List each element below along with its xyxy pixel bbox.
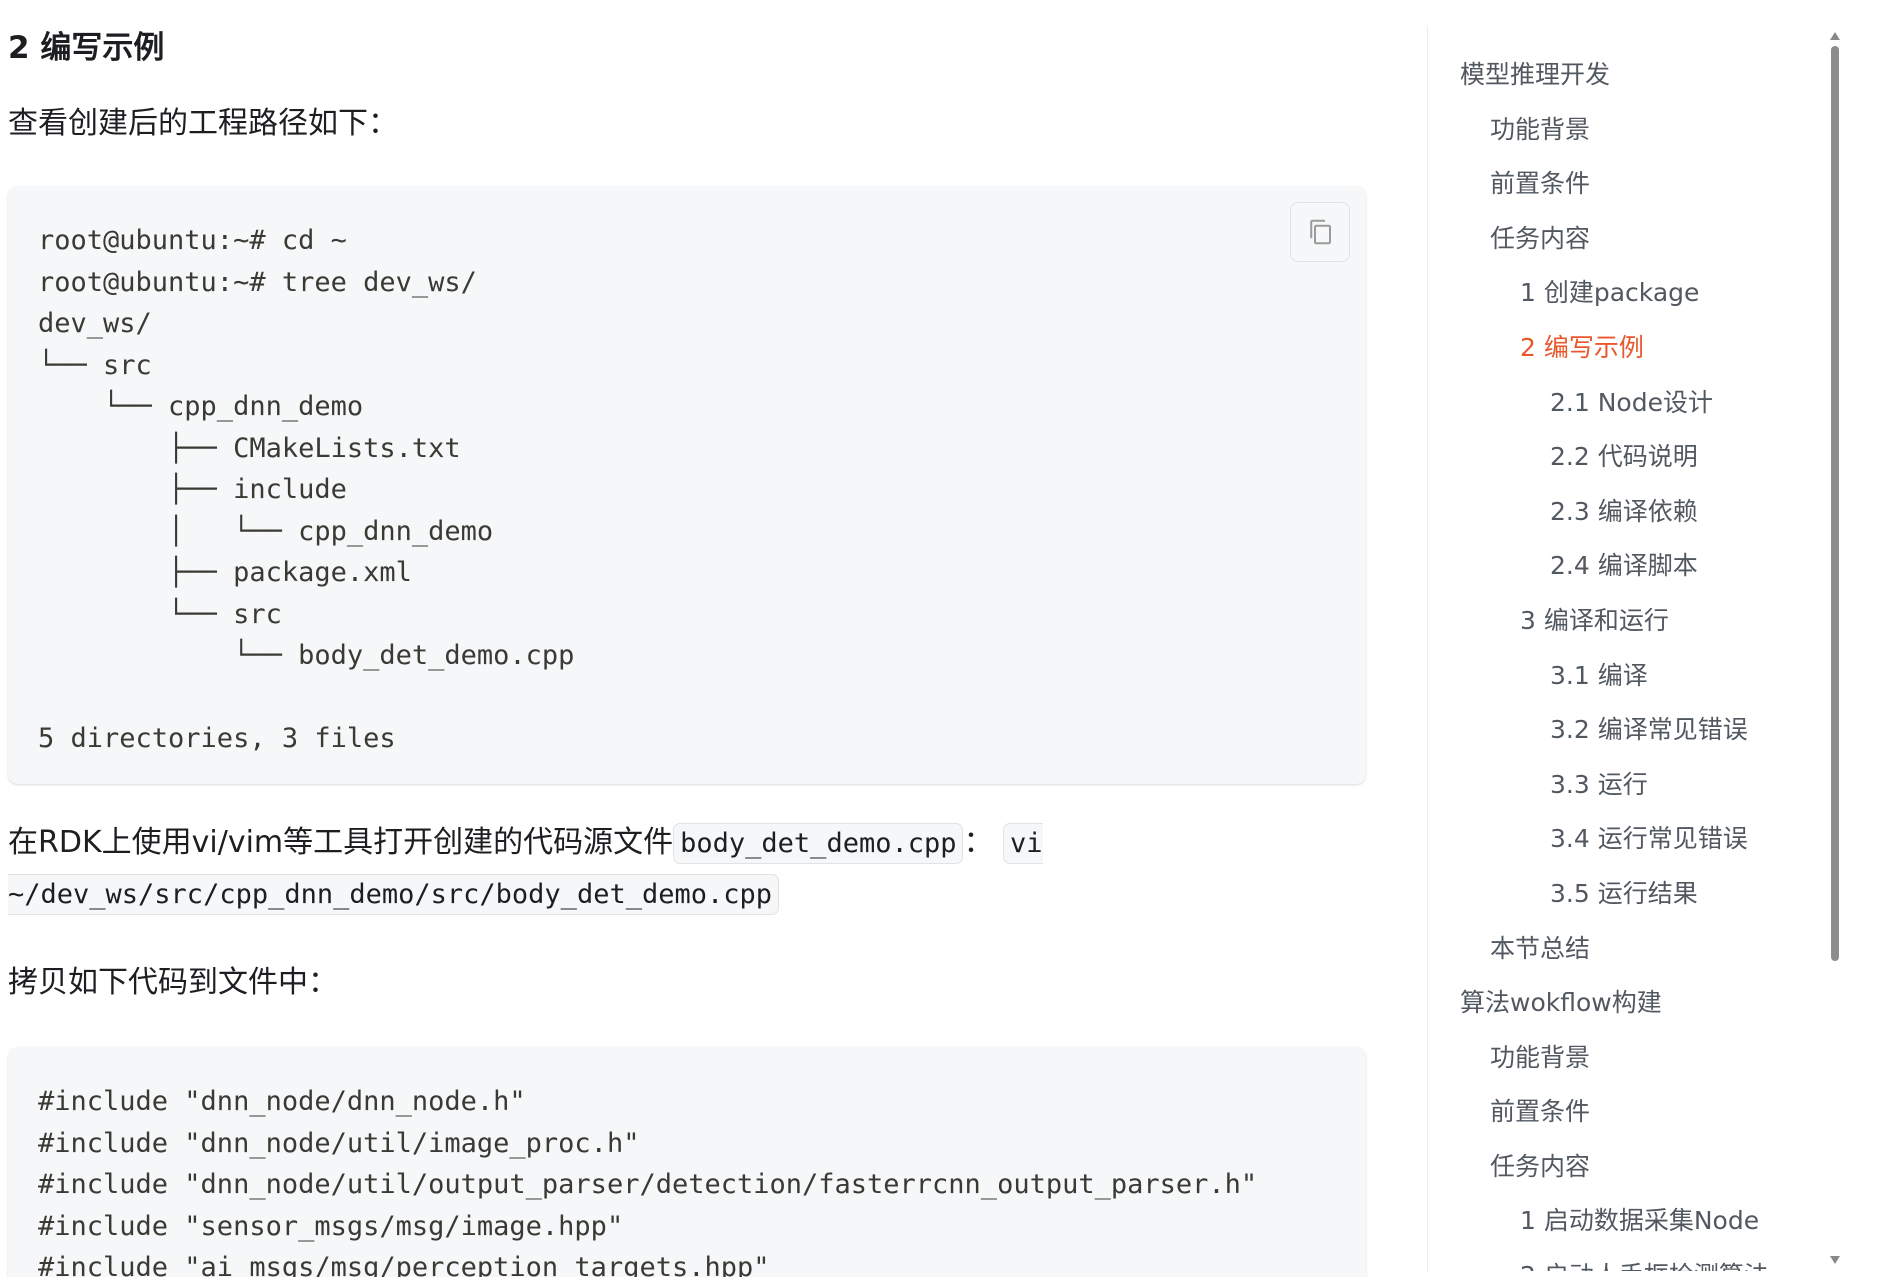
main-content: 2 编写示例 查看创建后的工程路径如下： root@ubuntu:~# cd ~…: [0, 0, 1380, 1277]
toc-item[interactable]: 2.4 编译脚本: [1428, 539, 1838, 594]
source-code-block: #include "dnn_node/dnn_node.h" #include …: [8, 1047, 1366, 1277]
open-file-prefix: 在RDK上使用vi/vim等工具打开创建的代码源文件: [8, 825, 674, 860]
toc-item[interactable]: 任务内容: [1428, 212, 1838, 267]
toc-item[interactable]: 3.5 运行结果: [1428, 867, 1838, 922]
toc-item[interactable]: 3 编译和运行: [1428, 594, 1838, 649]
table-of-contents: 模型推理开发 功能背景 前置条件 任务内容 1 创建package 2 编写示例 2.1 N…: [1427, 26, 1838, 1271]
toc-item[interactable]: 算法wokflow构建: [1428, 976, 1838, 1031]
open-file-text: 在RDK上使用vi/vim等工具打开创建的代码源文件 body_det_demo.…: [8, 818, 1208, 920]
tree-code: root@ubuntu:~# cd ~ root@ubuntu:~# tree …: [38, 225, 575, 754]
toc-item[interactable]: 1 创建package: [1428, 266, 1838, 321]
toc-item[interactable]: 本节总结: [1428, 922, 1838, 977]
toc-item[interactable]: 3.1 编译: [1428, 649, 1838, 704]
toc-item[interactable]: 前置条件: [1428, 157, 1838, 212]
scroll-up-arrow-icon[interactable]: [1830, 32, 1840, 40]
toc-item[interactable]: 1 启动数据采集Node: [1428, 1194, 1838, 1249]
toc-item[interactable]: 2 编写示例: [1428, 321, 1838, 376]
open-file-sep: ：: [963, 825, 994, 860]
toc-item[interactable]: 3.4 运行常见错误: [1428, 812, 1838, 867]
toc-item[interactable]: 3.3 运行: [1428, 758, 1838, 813]
toc-item[interactable]: 3.2 编译常见错误: [1428, 703, 1838, 758]
scrollbar-thumb[interactable]: [1831, 46, 1839, 961]
toc-list: 模型推理开发 功能背景 前置条件 任务内容 1 创建package 2 编写示例 2.1 N…: [1428, 26, 1838, 1271]
section-heading: 2 编写示例: [8, 30, 165, 66]
intro-text: 查看创建后的工程路径如下：: [8, 106, 398, 141]
toc-item[interactable]: 模型推理开发: [1428, 48, 1838, 103]
file-name-code: body_det_demo.cpp: [673, 823, 964, 864]
toc-item[interactable]: 2 启动人手框检测算法: [1428, 1249, 1838, 1271]
toc-item[interactable]: 功能背景: [1428, 1031, 1838, 1086]
copy-instruction-text: 拷贝如下代码到文件中：: [8, 965, 338, 1000]
scrollbar[interactable]: [1828, 28, 1842, 1268]
toc-item[interactable]: 任务内容: [1428, 1140, 1838, 1195]
toc-item[interactable]: 功能背景: [1428, 103, 1838, 158]
source-code: #include "dnn_node/dnn_node.h" #include …: [38, 1086, 1258, 1277]
toc-item[interactable]: 前置条件: [1428, 1085, 1838, 1140]
copy-code-button[interactable]: [1290, 202, 1350, 262]
scroll-down-arrow-icon[interactable]: [1830, 1256, 1840, 1264]
toc-item[interactable]: 2.2 代码说明: [1428, 430, 1838, 485]
tree-code-block: root@ubuntu:~# cd ~ root@ubuntu:~# tree …: [8, 186, 1366, 784]
toc-item[interactable]: 2.3 编译依赖: [1428, 485, 1838, 540]
toc-item[interactable]: 2.1 Node设计: [1428, 376, 1838, 431]
copy-icon: [1310, 219, 1331, 245]
